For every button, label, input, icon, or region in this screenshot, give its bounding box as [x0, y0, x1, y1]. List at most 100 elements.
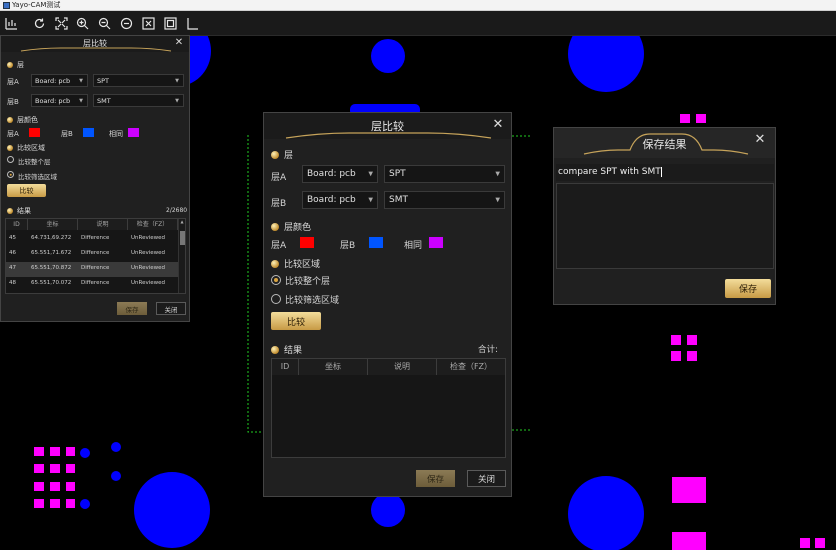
measure-icon[interactable] — [4, 16, 19, 31]
section-label: 层颜色 — [284, 223, 312, 233]
fit-icon[interactable] — [54, 16, 69, 31]
column-header-id: ID — [272, 359, 299, 375]
color-b-swatch[interactable] — [83, 128, 94, 137]
color-same-swatch[interactable] — [429, 237, 443, 248]
color-same-label: 相同 — [404, 241, 423, 251]
area-filter-radio[interactable] — [271, 294, 281, 304]
save-button[interactable]: 保存 — [725, 279, 771, 298]
layer-a-label: 层A — [271, 173, 287, 183]
section-bullet-icon — [7, 117, 13, 123]
rotate-icon[interactable] — [32, 16, 47, 31]
color-a-label: 层A — [271, 241, 287, 251]
app-icon — [3, 2, 10, 9]
zoom-in-icon[interactable] — [75, 16, 90, 31]
pad-circle — [568, 36, 644, 92]
layer-section: 层 — [271, 148, 293, 161]
color-section: 层颜色 — [7, 115, 38, 125]
color-same-swatch[interactable] — [128, 128, 139, 137]
table-row[interactable]: 45 64.731,69.272 Difference UnReviewed — [6, 232, 185, 247]
pad-circle — [371, 39, 405, 73]
chevron-down-icon: ▼ — [495, 196, 500, 204]
layer-compare-dialog-main: 层比较 ✕ 层 层A Board: pcb ▼ SPT ▼ 层B Board: pc… — [263, 112, 512, 497]
result-table: ID 坐标 说明 检查（FZ） — [271, 358, 506, 458]
table-row[interactable]: 46 65.551,71.672 Difference UnReviewed — [6, 247, 185, 262]
section-label: 层 — [17, 61, 24, 69]
app-titlebar: Yayo-CAM测试 — [0, 0, 836, 11]
text-cursor — [660, 166, 662, 177]
total-label: 合计: — [478, 345, 498, 355]
area-section: 比较区域 — [7, 143, 45, 153]
column-header-coord: 坐标 — [299, 359, 368, 375]
layer-a-layer-select[interactable]: SPT ▼ — [93, 74, 184, 87]
compare-button[interactable]: 比较 — [271, 312, 321, 330]
save-button[interactable]: 保存 — [416, 470, 455, 487]
layer-b-label: 层B — [271, 199, 287, 209]
column-header-check: 检查（FZ） — [128, 219, 178, 230]
column-header-id: ID — [6, 219, 28, 230]
layer-a-label: 层A — [7, 78, 19, 86]
color-b-label: 层B — [61, 130, 73, 138]
layer-b-label: 层B — [7, 98, 19, 106]
compare-button[interactable]: 比较 — [7, 184, 46, 197]
area-filter-radio[interactable] — [7, 171, 14, 178]
zoom-area-icon[interactable] — [119, 16, 134, 31]
section-bullet-icon — [271, 259, 279, 268]
save-button[interactable]: 保存 — [117, 302, 147, 315]
result-notes-textarea[interactable] — [556, 183, 774, 269]
color-a-swatch[interactable] — [300, 237, 314, 248]
color-b-label: 层B — [340, 241, 356, 251]
gold-header-ornament — [583, 133, 749, 155]
via-circle — [111, 471, 121, 481]
chevron-down-icon: ▼ — [368, 196, 373, 204]
close-button[interactable]: 关闭 — [467, 470, 506, 487]
column-header-coord: 坐标 — [28, 219, 78, 230]
area-whole-label: 比较整个层 — [18, 158, 51, 166]
scroll-up-icon[interactable]: ▲ — [179, 219, 185, 224]
chevron-down-icon: ▼ — [175, 97, 179, 104]
frame-icon[interactable] — [141, 16, 156, 31]
gold-header-ornament — [20, 47, 172, 52]
layer-b-layer-select[interactable]: SMT ▼ — [384, 191, 505, 209]
section-bullet-icon — [271, 150, 279, 159]
section-bullet-icon — [7, 208, 13, 214]
section-label: 层颜色 — [17, 116, 38, 124]
pad-circle — [371, 493, 405, 527]
zoom-out-icon[interactable] — [97, 16, 112, 31]
toolbar — [0, 11, 836, 36]
board-icon[interactable] — [163, 16, 178, 31]
chevron-down-icon: ▼ — [79, 77, 83, 84]
via-circle — [80, 448, 90, 458]
section-label: 层 — [284, 151, 294, 161]
table-scrollbar[interactable]: ▲ — [178, 219, 185, 293]
layer-a-board-select[interactable]: Board: pcb ▼ — [31, 74, 88, 87]
section-bullet-icon — [271, 222, 279, 231]
table-row-selected[interactable]: 47 65.551,70.872 Difference UnReviewed — [6, 262, 185, 277]
layer-a-board-select[interactable]: Board: pcb ▼ — [302, 165, 378, 183]
gold-header-ornament — [285, 132, 492, 139]
scrollbar-thumb[interactable] — [180, 231, 185, 245]
layer-a-layer-select[interactable]: SPT ▼ — [384, 165, 505, 183]
area-section: 比较区域 — [271, 257, 320, 270]
corner-icon[interactable] — [185, 16, 200, 31]
color-b-swatch[interactable] — [369, 237, 383, 248]
result-name-input[interactable]: compare SPT with SMT — [556, 164, 774, 181]
section-bullet-icon — [7, 62, 13, 68]
table-row[interactable]: 48 65.551,70.072 Difference UnReviewed — [6, 277, 185, 292]
layer-b-board-select[interactable]: Board: pcb ▼ — [31, 94, 88, 107]
chevron-down-icon: ▼ — [79, 97, 83, 104]
result-count: 2/2680 — [166, 207, 188, 214]
result-section: 结果 — [7, 206, 31, 216]
close-button[interactable]: 关闭 — [156, 302, 186, 315]
layer-b-layer-select[interactable]: SMT ▼ — [93, 94, 184, 107]
column-header-desc: 说明 — [368, 359, 437, 375]
column-header-check: 检查（FZ） — [437, 359, 505, 375]
result-table: ID 坐标 说明 检查（FZ） 45 64.731,69.272 Differe… — [5, 218, 186, 294]
section-label: 结果 — [284, 346, 303, 356]
area-whole-radio[interactable] — [7, 156, 14, 163]
color-a-label: 层A — [7, 130, 19, 138]
area-whole-radio[interactable] — [271, 275, 281, 285]
column-header-desc: 说明 — [78, 219, 128, 230]
color-a-swatch[interactable] — [29, 128, 40, 137]
save-result-dialog: 保存结果 ✕ compare SPT with SMT 保存 — [553, 127, 776, 305]
layer-b-board-select[interactable]: Board: pcb ▼ — [302, 191, 378, 209]
